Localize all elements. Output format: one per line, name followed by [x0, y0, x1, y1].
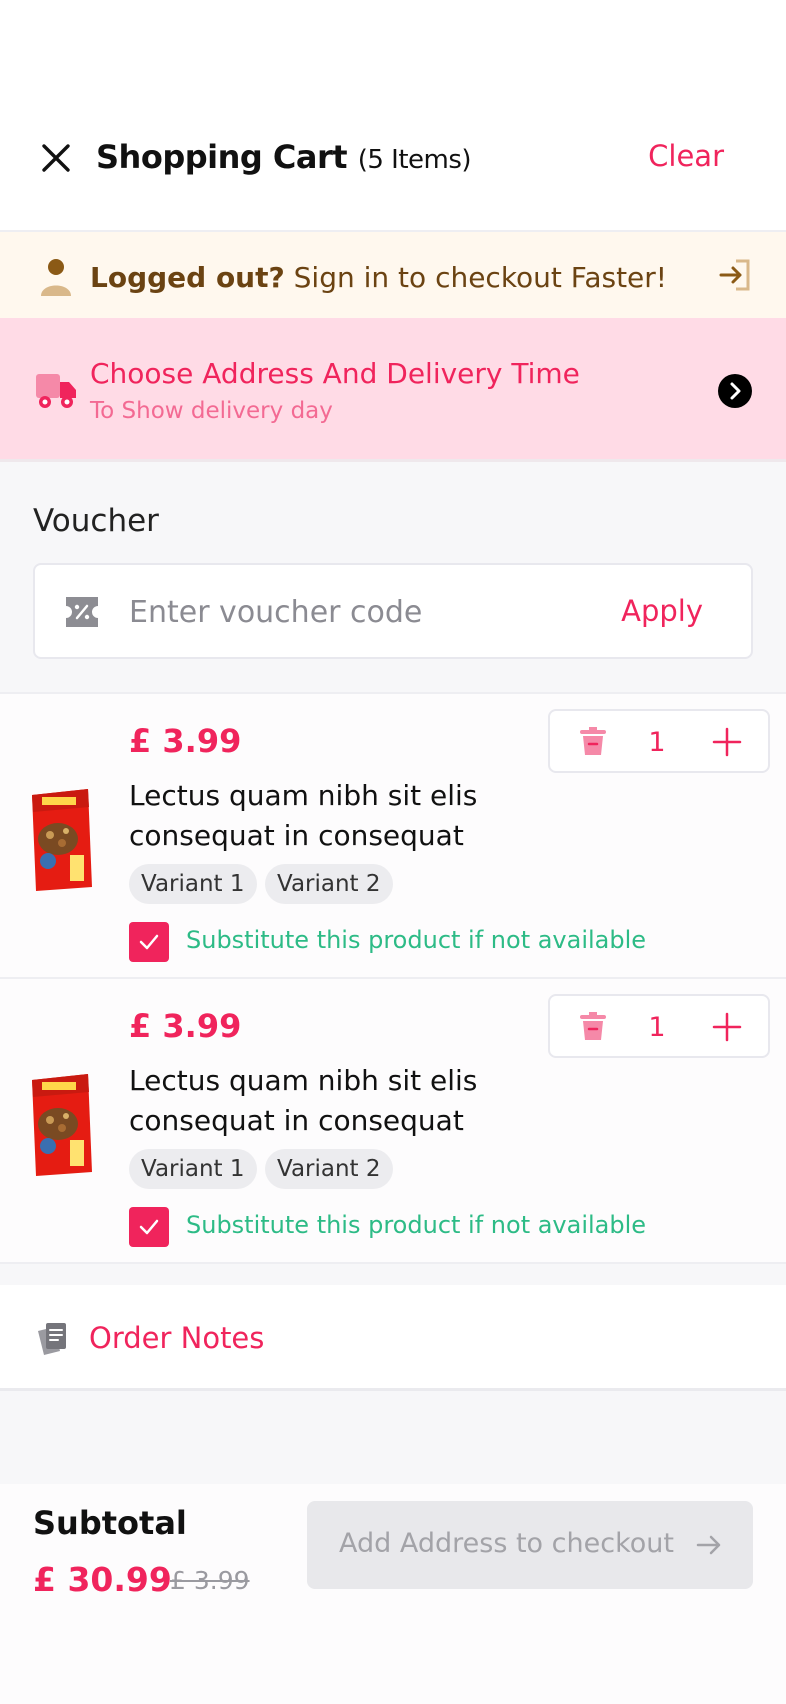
- title-text: Shopping Cart: [96, 138, 348, 176]
- checkout-footer: Subtotal £ 30.99 £ 3.99 Add Address to c…: [0, 1484, 786, 1704]
- variant-chip: Variant 2: [265, 1149, 393, 1189]
- item-price: £ 3.99: [129, 1007, 242, 1045]
- header: Shopping Cart (5 Items) Clear: [0, 0, 786, 232]
- notes-icon: [38, 1323, 66, 1355]
- item-price: £ 3.99: [129, 722, 242, 760]
- plus-icon[interactable]: [712, 727, 742, 757]
- check-icon: [139, 1219, 159, 1235]
- apply-button[interactable]: Apply: [621, 594, 703, 628]
- voucher-label: Voucher: [33, 503, 159, 539]
- quantity-stepper: 1: [548, 994, 770, 1058]
- cart-items: £ 3.99 Lectus quam nibh sit elis consequ…: [0, 692, 786, 1264]
- voucher-icon: [66, 597, 98, 627]
- login-message: Sign in to checkout Faster!: [293, 261, 668, 294]
- login-text: Logged out? Sign in to checkout Faster!: [90, 261, 667, 294]
- original-price: £ 3.99: [170, 1566, 250, 1595]
- chevron-right-icon: [730, 382, 741, 400]
- truck-icon: [36, 374, 76, 408]
- variant-chip: Variant 2: [265, 864, 393, 904]
- checkout-label: Add Address to checkout: [339, 1528, 674, 1559]
- quantity-value: 1: [648, 727, 666, 758]
- trash-icon[interactable]: [578, 725, 608, 757]
- substitute-label: Substitute this product if not available: [186, 1211, 647, 1239]
- substitute-checkbox[interactable]: [129, 922, 169, 962]
- page-title: Shopping Cart (5 Items): [96, 138, 472, 176]
- plus-icon[interactable]: [712, 1012, 742, 1042]
- clear-button[interactable]: Clear: [648, 139, 724, 173]
- cart-item: £ 3.99 Lectus quam nibh sit elis consequ…: [0, 694, 786, 979]
- voucher-box: Apply: [33, 563, 753, 659]
- substitute-label: Substitute this product if not available: [186, 926, 647, 954]
- delivery-banner[interactable]: [0, 318, 786, 462]
- arrow-right-icon: [696, 1535, 721, 1555]
- product-image[interactable]: [28, 787, 94, 891]
- delivery-subtitle: To Show delivery day: [90, 398, 333, 424]
- variant-chip: Variant 1: [129, 1149, 257, 1189]
- delivery-title: Choose Address And Delivery Time: [90, 357, 580, 390]
- subtotal-price: £ 30.99: [33, 1560, 172, 1599]
- substitute-checkbox[interactable]: [129, 1207, 169, 1247]
- order-notes-label: Order Notes: [89, 1321, 265, 1355]
- quantity-stepper: 1: [548, 709, 770, 773]
- checkout-button[interactable]: Add Address to checkout: [307, 1501, 753, 1589]
- delivery-arrow-button[interactable]: [718, 374, 752, 408]
- sign-in-icon[interactable]: [718, 258, 752, 292]
- item-name[interactable]: Lectus quam nibh sit elis consequat in c…: [129, 1061, 489, 1141]
- voucher-input[interactable]: [129, 587, 569, 637]
- cart-item: £ 3.99 Lectus quam nibh sit elis consequ…: [0, 979, 786, 1264]
- trash-icon[interactable]: [578, 1010, 608, 1042]
- variant-chip: Variant 1: [129, 864, 257, 904]
- order-notes-row[interactable]: Order Notes: [0, 1285, 786, 1391]
- person-icon: [41, 259, 71, 296]
- subtotal-label: Subtotal: [33, 1504, 187, 1542]
- quantity-value: 1: [648, 1012, 666, 1043]
- check-icon: [139, 934, 159, 950]
- login-bold-text: Logged out?: [90, 261, 285, 294]
- item-name[interactable]: Lectus quam nibh sit elis consequat in c…: [129, 776, 489, 856]
- product-image[interactable]: [28, 1072, 94, 1176]
- close-icon[interactable]: [38, 140, 74, 176]
- item-count: (5 Items): [357, 145, 472, 175]
